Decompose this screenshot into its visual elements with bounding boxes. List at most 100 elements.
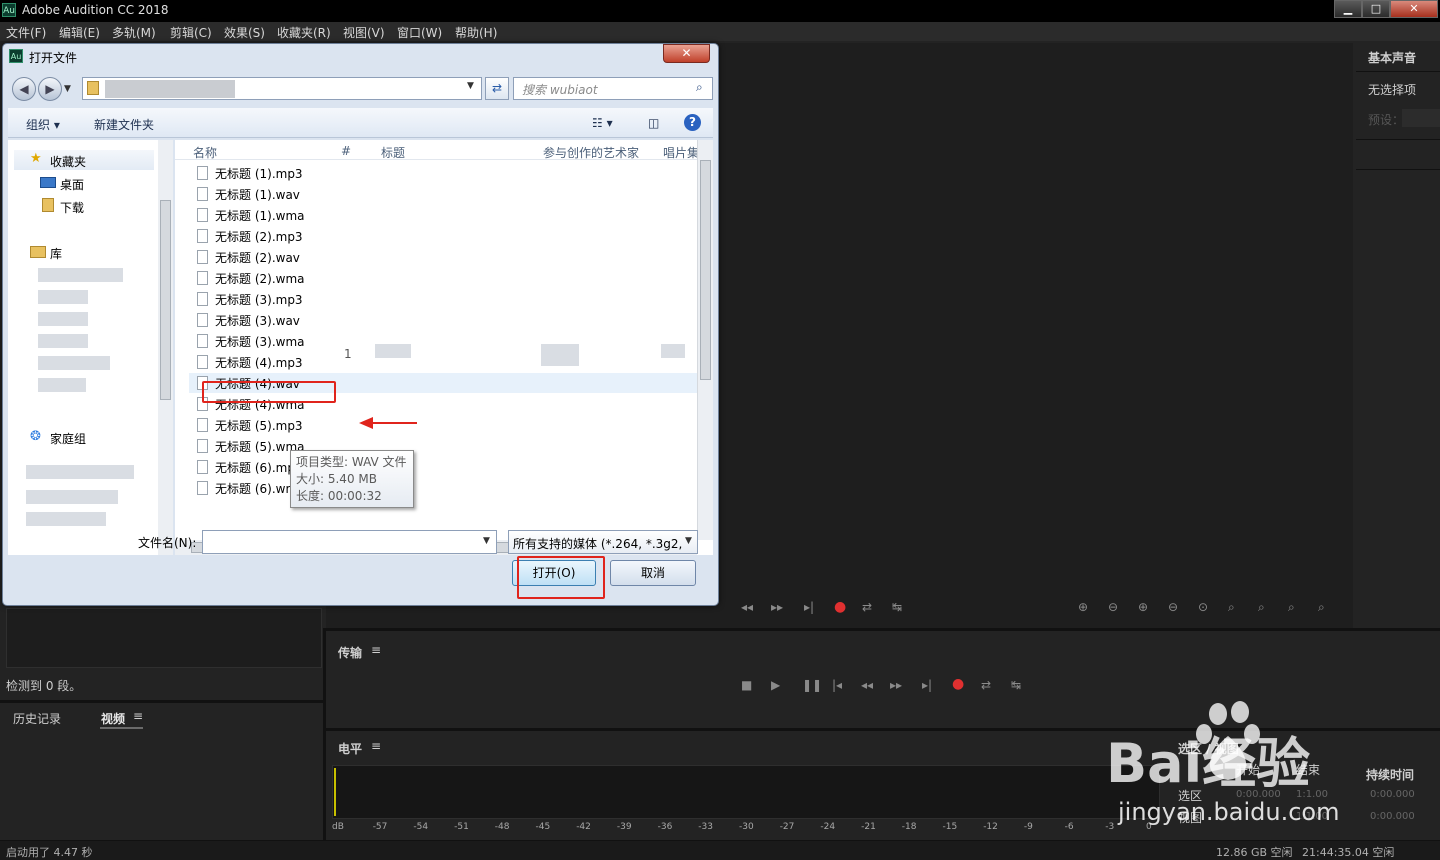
close-button[interactable]: ✕ (1390, 0, 1438, 18)
file-row[interactable]: 无标题 (1).mp3 (189, 163, 699, 183)
nav-favorites[interactable]: 收藏夹 (50, 153, 86, 170)
level-tick-label: -36 (657, 822, 673, 832)
nav-scrollbar[interactable] (158, 140, 173, 555)
menu-clip[interactable]: 剪辑(C) (170, 24, 212, 41)
new-folder-button[interactable]: 新建文件夹 (94, 116, 154, 133)
dialog-close-button[interactable]: ✕ (663, 44, 710, 63)
level-meter (332, 765, 1160, 819)
loop-icon[interactable]: ⇄ (981, 678, 991, 692)
chevron-down-icon[interactable]: ▼ (64, 84, 71, 94)
file-list-vscroll[interactable] (697, 140, 713, 540)
filetype-select[interactable]: 所有支持的媒体 (*.264, *.3g2, (508, 530, 698, 554)
record-icon[interactable]: ● (952, 676, 964, 692)
refresh-button[interactable]: ⇄ (485, 77, 509, 100)
col-album[interactable]: 唱片集 (663, 144, 699, 161)
rewind-icon[interactable]: ◂◂ (741, 600, 753, 614)
menu-multitrack[interactable]: 多轨(M) (112, 24, 156, 41)
minimize-button[interactable]: ▁ (1334, 0, 1362, 18)
panel-menu-icon[interactable]: ≡ (371, 643, 381, 657)
menu-view[interactable]: 视图(V) (343, 24, 385, 41)
pause-icon[interactable]: ❚❚ (802, 678, 822, 692)
menu-window[interactable]: 窗口(W) (397, 24, 442, 41)
panel-menu-icon[interactable]: ≡ (371, 739, 381, 753)
cancel-button[interactable]: 取消 (610, 560, 696, 586)
file-row[interactable]: 无标题 (2).mp3 (189, 226, 699, 246)
preset-dropdown[interactable] (1402, 109, 1440, 127)
zoom-in-amplitude-icon[interactable]: ⊕ (1078, 600, 1088, 614)
zoom-out-point-icon[interactable]: ⌕ (1288, 600, 1295, 615)
skip-start-icon[interactable]: |◂ (832, 678, 842, 692)
tab-video[interactable]: 视频 (101, 710, 125, 727)
divider (326, 628, 1440, 631)
nav-downloads[interactable]: 下载 (60, 199, 84, 216)
file-row[interactable]: 无标题 (1).wav (189, 184, 699, 204)
nav-libraries[interactable]: 库 (50, 245, 62, 262)
fast-forward-icon[interactable]: ▸▸ (771, 600, 783, 614)
file-row[interactable]: 无标题 (5).wma (189, 436, 699, 456)
file-row[interactable]: 无标题 (4).mp3 (189, 352, 699, 372)
zoom-out-amplitude-icon[interactable]: ⊖ (1108, 600, 1118, 614)
zoom-in-point-icon[interactable]: ⌕ (1258, 600, 1265, 615)
file-row[interactable]: 无标题 (1).wma (189, 205, 699, 225)
view-options-icon[interactable]: ☷ ▾ (592, 116, 613, 130)
skip-selection-icon[interactable]: ↹ (1011, 678, 1021, 692)
file-list-header: 名称 # 标题 参与创作的艺术家 唱片集 (175, 140, 713, 160)
track-number: 1 (344, 347, 352, 361)
nav-desktop[interactable]: 桌面 (60, 176, 84, 193)
chevron-down-icon[interactable]: ▼ (467, 81, 474, 91)
panel-menu-icon[interactable]: ≡ (133, 709, 143, 723)
loop-icon[interactable]: ⇄ (862, 600, 872, 614)
menu-file[interactable]: 文件(F) (6, 24, 46, 41)
back-button[interactable]: ◀ (12, 77, 36, 101)
file-row[interactable]: 无标题 (6).wma (189, 478, 699, 498)
fast-forward-icon[interactable]: ▸▸ (890, 678, 902, 692)
file-row[interactable]: 无标题 (6).mp3 (189, 457, 699, 477)
chevron-down-icon[interactable]: ▼ (483, 536, 490, 546)
col-title[interactable]: 标题 (381, 144, 405, 161)
level-marker (334, 768, 336, 816)
forward-button[interactable]: ▶ (38, 77, 62, 101)
zoom-full-icon[interactable]: ⊙ (1198, 600, 1208, 614)
level-tick-label: -24 (820, 822, 836, 832)
skip-selection-icon[interactable]: ↹ (892, 600, 902, 614)
search-icon[interactable]: ⌕ (696, 80, 703, 95)
rewind-icon[interactable]: ◂◂ (861, 678, 873, 692)
preview-pane-icon[interactable]: ◫ (648, 116, 659, 130)
filename-input[interactable] (202, 530, 497, 554)
menu-favorites[interactable]: 收藏夹(R) (277, 24, 331, 41)
zoom-selection-icon[interactable]: ⌕ (1228, 600, 1235, 615)
menu-effects[interactable]: 效果(S) (224, 24, 265, 41)
menu-edit[interactable]: 编辑(E) (59, 24, 100, 41)
play-icon[interactable]: ▶ (771, 678, 780, 692)
file-row[interactable]: 无标题 (3).mp3 (189, 289, 699, 309)
menu-help[interactable]: 帮助(H) (455, 24, 497, 41)
downloads-icon (42, 198, 54, 212)
col-name[interactable]: 名称 (193, 144, 217, 161)
maximize-button[interactable]: □ (1362, 0, 1390, 18)
tab-history[interactable]: 历史记录 (13, 710, 61, 727)
help-icon[interactable]: ? (684, 114, 701, 131)
organize-button[interactable]: 组织 ▾ (26, 116, 60, 133)
search-input[interactable]: 搜索 wubiaot (513, 77, 713, 100)
zoom-in-time-icon[interactable]: ⊕ (1138, 600, 1148, 614)
record-icon[interactable]: ● (834, 599, 846, 615)
chevron-down-icon[interactable]: ▼ (685, 536, 692, 546)
file-row[interactable]: 无标题 (2).wav (189, 247, 699, 267)
nav-homegroup[interactable]: 家庭组 (50, 430, 86, 447)
stop-icon[interactable]: ■ (741, 678, 752, 692)
vscroll-thumb[interactable] (700, 160, 711, 380)
skip-end-icon[interactable]: ▸| (804, 600, 814, 614)
nav-scroll-thumb[interactable] (160, 200, 171, 400)
address-bar[interactable]: ▼ (82, 77, 482, 100)
skip-end-icon[interactable]: ▸| (922, 678, 932, 692)
file-row[interactable]: 无标题 (3).wav (189, 310, 699, 330)
col-artist[interactable]: 参与创作的艺术家 (543, 144, 639, 161)
file-row[interactable]: 无标题 (2).wma (189, 268, 699, 288)
status-bar: 启动用了 4.47 秒 12.86 GB 空闲 21:44:35.04 空闲 (0, 840, 1440, 860)
zoom-out-time-icon[interactable]: ⊖ (1168, 600, 1178, 614)
zoom-reset-icon[interactable]: ⌕ (1318, 600, 1325, 615)
media-browser-panel (6, 608, 322, 668)
file-row[interactable]: 无标题 (5).mp3 (189, 415, 699, 435)
col-number[interactable]: # (341, 144, 351, 158)
file-row[interactable]: 无标题 (3).wma (189, 331, 699, 351)
